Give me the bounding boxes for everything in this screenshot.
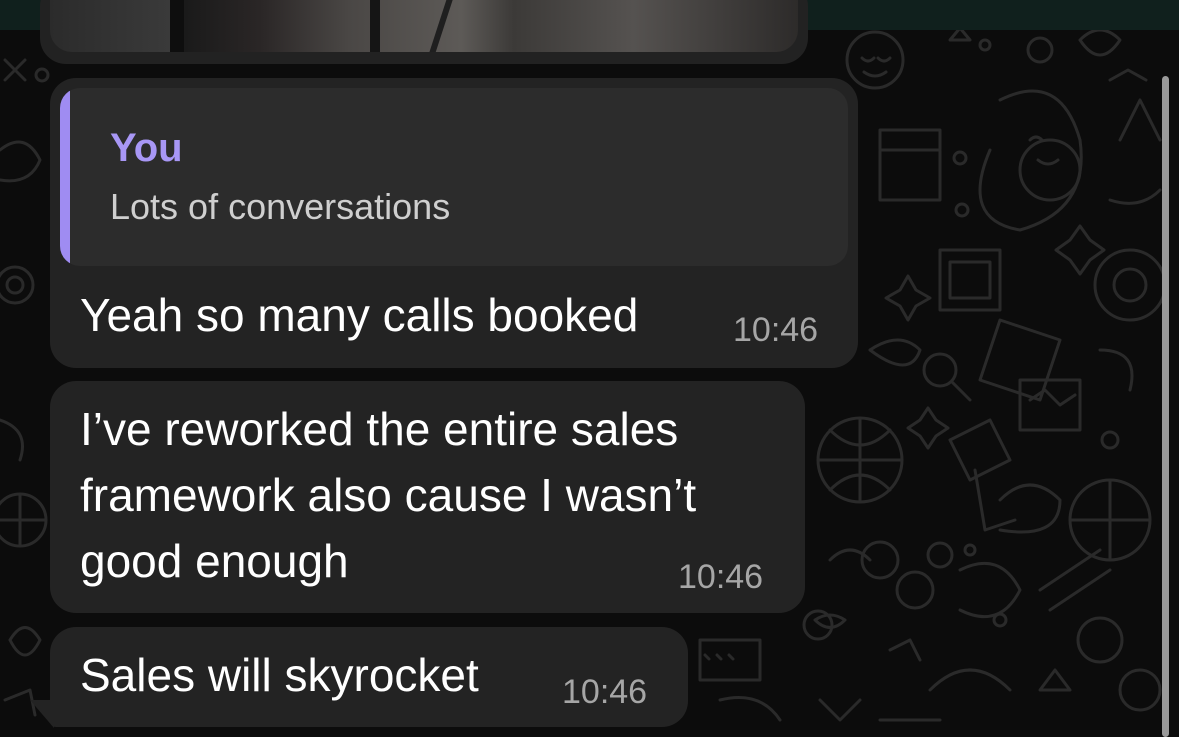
- message-text-line-1: I’ve reworked the entire sales: [80, 403, 679, 455]
- image-message[interactable]: [40, 0, 808, 64]
- message-bubble[interactable]: I’ve reworked the entire sales framework…: [50, 381, 805, 613]
- message-text-line-3: good enough: [80, 535, 349, 587]
- message-bubble[interactable]: Sales will skyrocket 10:46: [50, 627, 688, 727]
- message-text-line-2: framework also cause I wasn’t: [80, 469, 697, 521]
- message-timestamp: 10:46: [678, 558, 764, 596]
- message-text: Sales will skyrocket: [80, 649, 479, 701]
- quote-accent-bar: [60, 88, 70, 266]
- photo-thumbnail[interactable]: [50, 0, 798, 52]
- bubble-tail: [30, 700, 54, 728]
- reply-message-bubble[interactable]: You Lots of conversations Yeah so many c…: [50, 78, 858, 368]
- chat-screen: You Lots of conversations Yeah so many c…: [0, 0, 1179, 737]
- scrollbar[interactable]: [1162, 76, 1169, 737]
- quoted-message[interactable]: You Lots of conversations: [60, 88, 848, 266]
- quoted-text: Lots of conversations: [110, 186, 451, 227]
- message-timestamp: 10:46: [562, 673, 648, 711]
- message-text: Yeah so many calls booked: [80, 289, 639, 341]
- message-timestamp: 10:46: [733, 311, 819, 349]
- quoted-author: You: [110, 126, 183, 170]
